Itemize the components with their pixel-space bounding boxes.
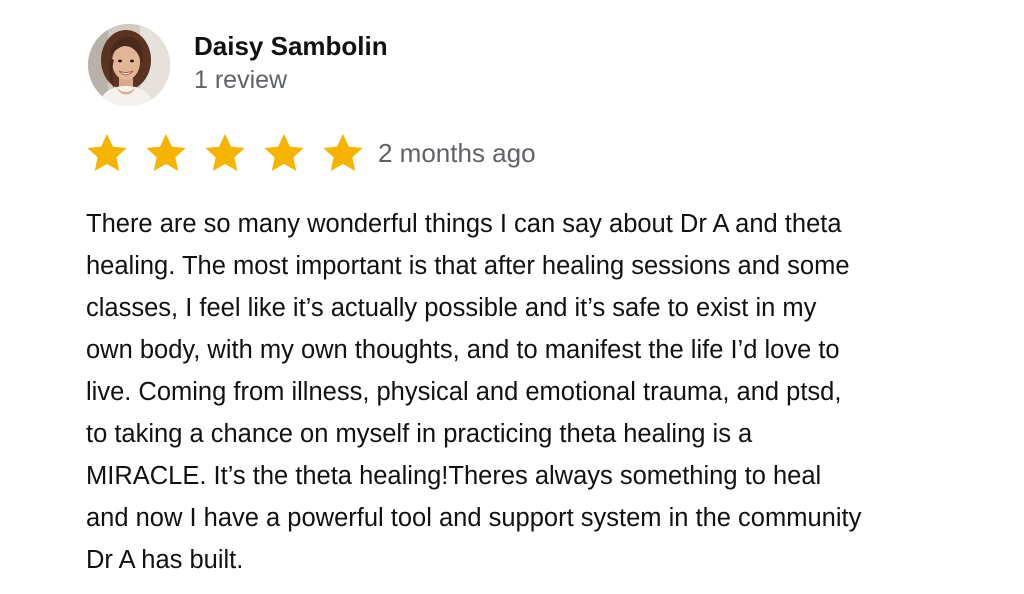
reviewer-avatar[interactable] — [88, 24, 170, 106]
review-text: There are so many wonderful things I can… — [86, 203, 986, 581]
review-text-line: There are so many wonderful things I can… — [86, 210, 842, 238]
reviewer-review-count: 1 review — [194, 66, 288, 94]
star-icon — [264, 133, 304, 171]
rating-row: 2 months ago — [84, 131, 536, 175]
star-icon — [205, 133, 245, 171]
review-text-line: Dr A has built. — [86, 546, 244, 574]
review-text-line: to taking a chance on myself in practici… — [86, 420, 753, 448]
reviewer-name[interactable]: Daisy Sambolin — [194, 30, 388, 62]
review-text-line: healing. The most important is that afte… — [86, 252, 850, 280]
review-text-line: classes, I feel like it’s actually possi… — [86, 294, 817, 322]
review-time: 2 months ago — [378, 138, 536, 168]
review-card: Daisy Sambolin 1 review 2 months ago The… — [0, 0, 1024, 594]
review-text-line: MIRACLE. It’s the theta healing!Theres a… — [86, 462, 822, 490]
star-icon — [146, 133, 186, 171]
star-rating — [84, 131, 366, 175]
review-text-line: live. Coming from illness, physical and … — [86, 378, 842, 406]
avatar-photo-icon — [88, 24, 170, 106]
review-text-line: and now I have a powerful tool and suppo… — [86, 504, 862, 532]
review-text-line: own body, with my own thoughts, and to m… — [86, 336, 840, 364]
star-icon — [323, 133, 363, 171]
star-icon — [87, 133, 127, 171]
